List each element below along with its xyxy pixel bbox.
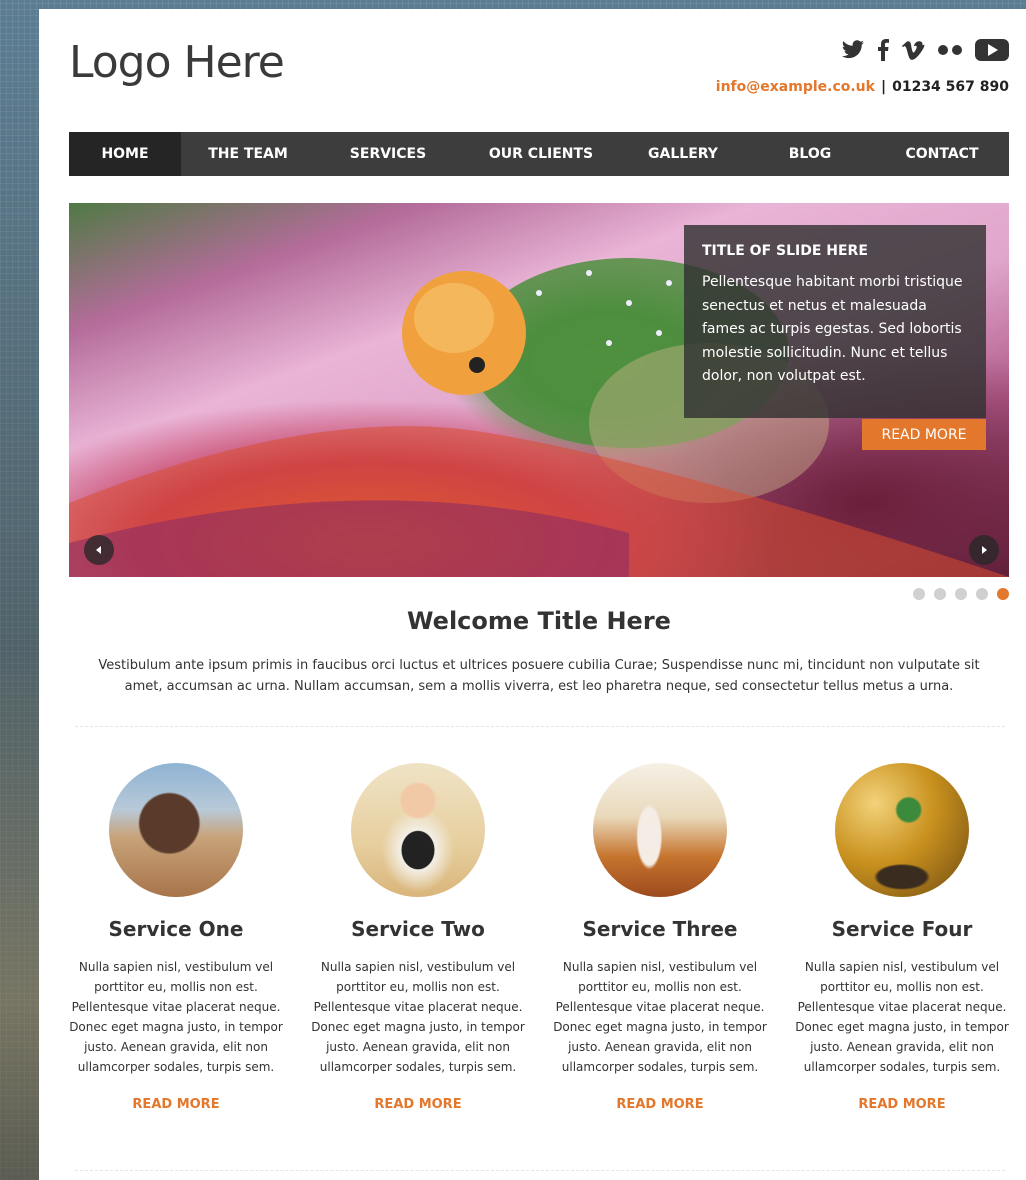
nav-item-home[interactable]: HOME <box>69 132 181 176</box>
services-section: Service One Nulla sapien nisl, vestibulu… <box>59 763 1019 1143</box>
service-card: Service Four Nulla sapien nisl, vestibul… <box>785 763 1019 1112</box>
contact-separator: | <box>880 79 887 95</box>
slider-pagination <box>913 588 1009 600</box>
service-image <box>593 763 727 897</box>
nav-item-gallery[interactable]: GALLERY <box>621 132 745 176</box>
service-image <box>835 763 969 897</box>
service-read-more-link[interactable]: READ MORE <box>132 1097 219 1112</box>
service-title: Service One <box>108 917 244 941</box>
service-card: Service Two Nulla sapien nisl, vestibulu… <box>301 763 535 1112</box>
slide-title: TITLE OF SLIDE HERE <box>702 243 868 259</box>
contact-info: info@example.co.uk | 01234 567 890 <box>716 79 1009 95</box>
vimeo-icon[interactable] <box>901 40 925 60</box>
nav-item-services[interactable]: SERVICES <box>315 132 461 176</box>
slide-text: Pellentesque habitant morbi tristique se… <box>702 274 963 384</box>
arrow-left-icon <box>96 546 101 554</box>
service-text: Nulla sapien nisl, vestibulum vel portti… <box>311 960 525 1074</box>
slider-dot[interactable] <box>913 588 925 600</box>
nav-item-contact[interactable]: CONTACT <box>875 132 1009 176</box>
flickr-icon[interactable] <box>937 44 963 56</box>
nav-item-our-clients[interactable]: OUR CLIENTS <box>461 132 621 176</box>
service-card: Service Three Nulla sapien nisl, vestibu… <box>543 763 777 1112</box>
service-image <box>351 763 485 897</box>
nav-item-blog[interactable]: BLOG <box>745 132 875 176</box>
slider-dot[interactable] <box>934 588 946 600</box>
slide-caption: TITLE OF SLIDE HERE Pellentesque habitan… <box>684 225 986 418</box>
twitter-icon[interactable] <box>841 40 865 60</box>
slider-next-button[interactable] <box>969 535 999 565</box>
facebook-icon[interactable] <box>877 39 889 61</box>
service-text: Nulla sapien nisl, vestibulum vel portti… <box>553 960 767 1074</box>
hero-slider[interactable]: TITLE OF SLIDE HERE Pellentesque habitan… <box>69 203 1009 577</box>
social-links <box>841 39 1009 61</box>
service-title: Service Four <box>831 917 973 941</box>
welcome-text: Vestibulum ante ipsum primis in faucibus… <box>98 658 980 694</box>
service-title: Service Three <box>582 917 738 941</box>
phone-number: 01234 567 890 <box>892 79 1009 95</box>
email-link[interactable]: info@example.co.uk <box>716 79 875 95</box>
slide-read-more-button[interactable]: READ MORE <box>862 419 986 450</box>
section-divider <box>75 1170 1005 1171</box>
youtube-icon[interactable] <box>975 39 1009 61</box>
section-divider <box>75 726 1005 727</box>
main-nav: HOME THE TEAM SERVICES OUR CLIENTS GALLE… <box>69 132 1009 176</box>
service-image <box>109 763 243 897</box>
service-read-more-link[interactable]: READ MORE <box>616 1097 703 1112</box>
site-logo[interactable]: Logo Here <box>69 37 285 88</box>
arrow-right-icon <box>982 546 987 554</box>
slider-dot[interactable] <box>955 588 967 600</box>
page-container: Logo Here info@example.co.uk | 01234 567 8… <box>39 9 1026 1180</box>
slider-dot-active[interactable] <box>997 588 1009 600</box>
service-card: Service One Nulla sapien nisl, vestibulu… <box>59 763 293 1112</box>
service-text: Nulla sapien nisl, vestibulum vel portti… <box>795 960 1009 1074</box>
slider-prev-button[interactable] <box>84 535 114 565</box>
nav-item-the-team[interactable]: THE TEAM <box>181 132 315 176</box>
welcome-title: Welcome Title Here <box>407 607 671 635</box>
service-read-more-link[interactable]: READ MORE <box>858 1097 945 1112</box>
service-text: Nulla sapien nisl, vestibulum vel portti… <box>69 960 283 1074</box>
service-read-more-link[interactable]: READ MORE <box>374 1097 461 1112</box>
service-title: Service Two <box>351 917 485 941</box>
slider-dot[interactable] <box>976 588 988 600</box>
